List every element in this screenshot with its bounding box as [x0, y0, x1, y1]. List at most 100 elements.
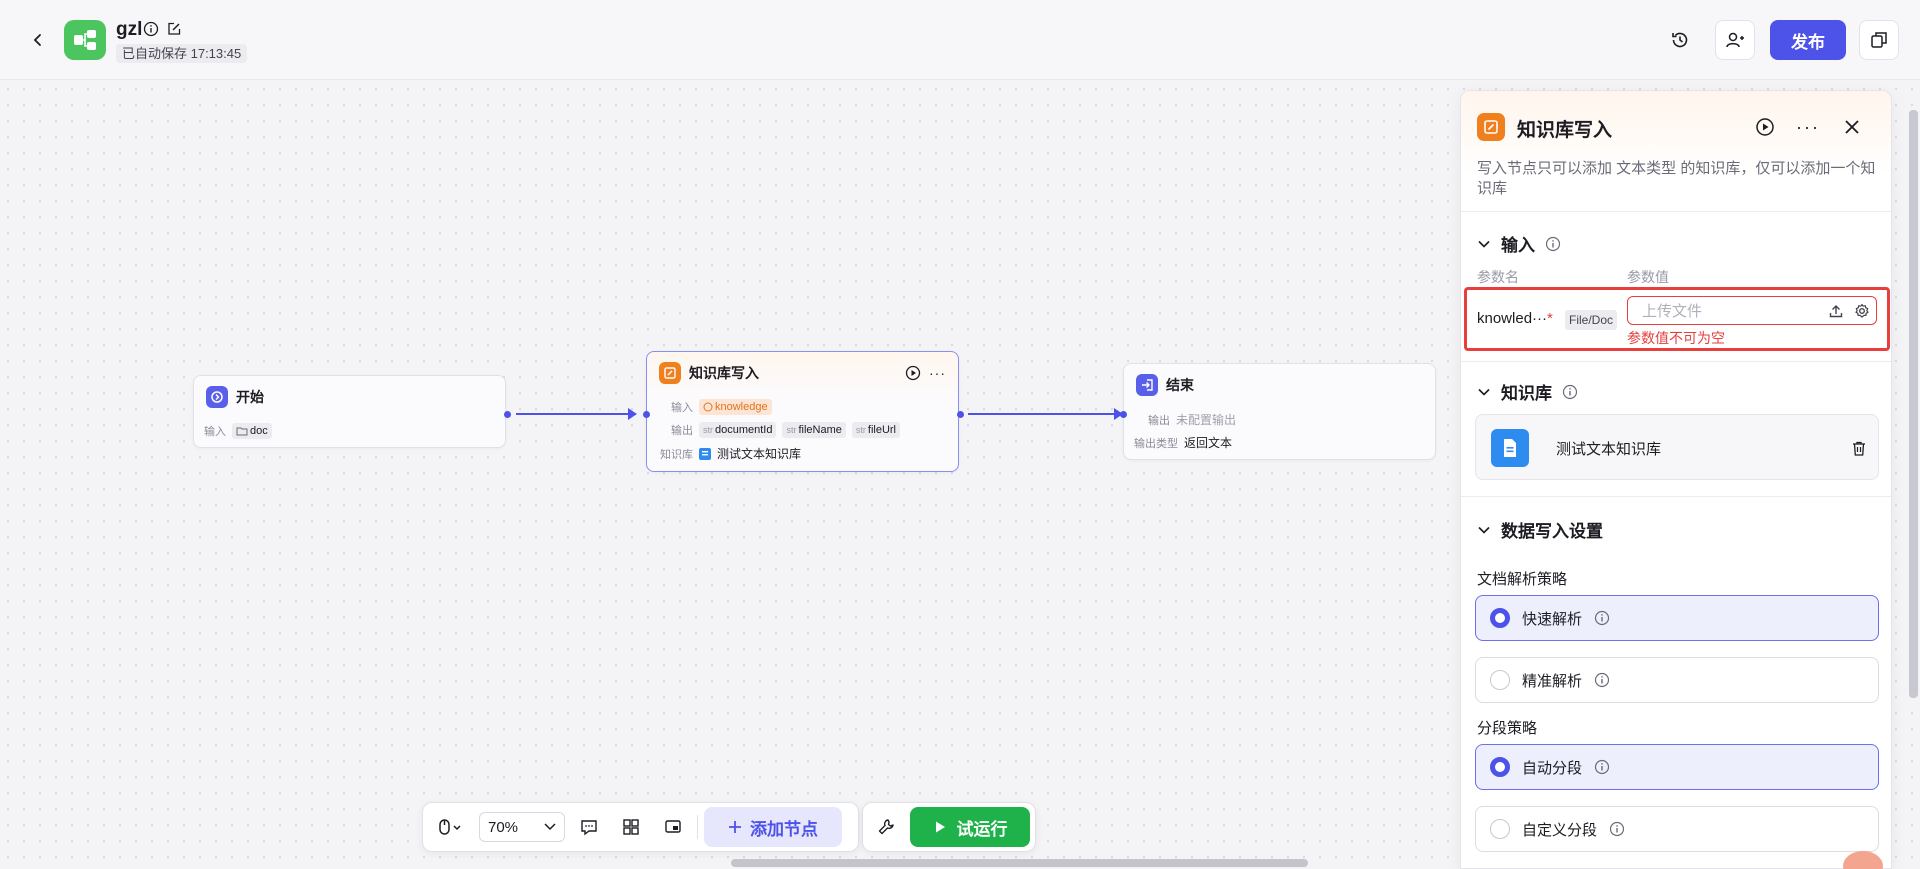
- info-icon[interactable]: [1594, 610, 1610, 626]
- radio-custom-chunk[interactable]: 自定义分段: [1475, 806, 1879, 852]
- warning-icon: [703, 402, 713, 412]
- param-value-header: 参数值: [1627, 269, 1669, 285]
- end-output-value: 未配置输出: [1176, 413, 1237, 427]
- output-chip: str fileUrl: [851, 422, 901, 438]
- comment-icon: [581, 820, 597, 836]
- play-circle-icon: [905, 365, 921, 381]
- panel-title: 知识库写入: [1517, 120, 1613, 141]
- collaborate-button[interactable]: [1715, 20, 1755, 60]
- radio-label: 精准解析: [1522, 672, 1583, 690]
- test-run-label: 试运行: [956, 819, 1008, 839]
- start-node[interactable]: 开始 输入 doc: [193, 375, 506, 448]
- kb-item-name: 测试文本知识库: [1556, 441, 1662, 458]
- kb-input-chip: knowledge: [699, 399, 772, 415]
- radio-precise-parse[interactable]: 精准解析: [1475, 657, 1879, 703]
- kb-write-icon: [659, 362, 681, 384]
- kb-input-port[interactable]: [643, 411, 650, 418]
- toolbar-divider: [697, 815, 698, 839]
- start-node-title: 开始: [236, 389, 264, 405]
- radio-label: 快速解析: [1522, 610, 1583, 628]
- node-config-panel: 知识库写入 ··· 写入节点只可以添加 文本类型 的知识库，仅可以添加一个知识库…: [1460, 90, 1892, 869]
- settings-icon[interactable]: [1854, 303, 1870, 319]
- publish-button[interactable]: 发布: [1770, 20, 1846, 60]
- debug-tools-button[interactable]: [868, 809, 904, 845]
- panel-description: 写入节点只可以添加 文本类型 的知识库，仅可以添加一个知识库: [1477, 160, 1876, 197]
- end-input-port[interactable]: [1120, 411, 1127, 418]
- trash-icon: [1853, 441, 1865, 456]
- param-name-header: 参数名: [1477, 269, 1519, 285]
- info-icon[interactable]: [143, 21, 159, 40]
- end-output-label: 输出: [1148, 414, 1170, 427]
- end-icon: [1136, 374, 1158, 396]
- add-node-button[interactable]: 添加节点: [704, 807, 842, 847]
- play-node-button[interactable]: [905, 365, 921, 384]
- zoom-value: 70%: [488, 818, 519, 836]
- upload-file-input[interactable]: 上传文件: [1627, 296, 1877, 325]
- input-section-toggle[interactable]: 输入: [1477, 231, 1561, 256]
- info-icon[interactable]: [1545, 236, 1561, 252]
- radio-auto-chunk[interactable]: 自动分段: [1475, 744, 1879, 790]
- more-options-button[interactable]: ···: [1794, 113, 1822, 141]
- start-icon: [206, 386, 228, 408]
- info-icon[interactable]: [1594, 672, 1610, 688]
- play-icon: [935, 821, 945, 833]
- layout-button[interactable]: [613, 809, 649, 845]
- play-circle-icon: [1756, 118, 1774, 136]
- chevron-down-icon: [1478, 388, 1490, 396]
- delete-kb-button[interactable]: [1848, 437, 1870, 459]
- comment-button[interactable]: [571, 809, 607, 845]
- info-icon[interactable]: [1562, 384, 1578, 400]
- kb-input-label: 输入: [671, 402, 693, 414]
- kb-output-port[interactable]: [957, 411, 964, 418]
- radio-label: 自定义分段: [1522, 821, 1598, 839]
- chunk-strategy-label: 分段策略: [1477, 720, 1538, 737]
- app-name: gzl: [116, 19, 143, 40]
- more-icon[interactable]: ···: [929, 365, 946, 381]
- divider: [1461, 361, 1891, 362]
- chevron-down-icon: [1478, 526, 1490, 534]
- kb-section-toggle[interactable]: 知识库: [1477, 379, 1578, 404]
- test-run-button[interactable]: 试运行: [910, 807, 1030, 847]
- param-name: knowled···*: [1477, 310, 1553, 327]
- grid-layout-icon: [623, 819, 639, 835]
- end-node[interactable]: 结束 输出 未配置输出 输出类型 返回文本: [1123, 363, 1436, 460]
- write-settings-title: 数据写入设置: [1501, 522, 1603, 541]
- kb-item-card[interactable]: 测试文本知识库: [1475, 414, 1879, 480]
- write-settings-toggle[interactable]: 数据写入设置: [1477, 517, 1603, 542]
- horizontal-scrollbar[interactable]: [731, 859, 1308, 867]
- edit-icon[interactable]: [166, 21, 182, 40]
- radio-indicator: [1490, 608, 1510, 628]
- close-panel-button[interactable]: [1838, 113, 1866, 141]
- top-header: gzl 已自动保存 17:13:45 发布: [0, 0, 1920, 80]
- mouse-icon: [439, 819, 461, 835]
- zoom-select[interactable]: 70%: [479, 812, 565, 842]
- radio-fast-parse[interactable]: 快速解析: [1475, 595, 1879, 641]
- start-input-label: 输入: [204, 426, 226, 438]
- info-icon[interactable]: [1594, 759, 1610, 775]
- kb-write-node[interactable]: 知识库写入 ··· 输入 knowledge 输出 str documentId …: [646, 351, 959, 472]
- duplicate-button[interactable]: [1859, 20, 1899, 60]
- info-icon[interactable]: [1609, 821, 1625, 837]
- close-icon: [1845, 120, 1859, 134]
- minimap-icon: [665, 820, 681, 833]
- divider: [1461, 211, 1891, 212]
- end-node-title: 结束: [1166, 377, 1194, 393]
- autosave-status: 已自动保存 17:13:45: [116, 44, 248, 63]
- minimap-button[interactable]: [655, 809, 691, 845]
- wrench-icon: [878, 819, 894, 835]
- edge-kb-end: [968, 413, 1116, 415]
- vertical-scrollbar[interactable]: [1909, 110, 1918, 698]
- radio-indicator: [1490, 819, 1510, 839]
- upload-icon[interactable]: [1828, 303, 1844, 319]
- back-button[interactable]: [24, 26, 52, 54]
- start-output-port[interactable]: [504, 411, 511, 418]
- folder-icon: [236, 427, 248, 436]
- parse-strategy-label: 文档解析策略: [1477, 571, 1568, 588]
- history-button[interactable]: [1660, 20, 1700, 60]
- workflow-icon: [74, 30, 96, 50]
- app-logo: [64, 20, 106, 60]
- add-user-icon: [1726, 32, 1744, 48]
- pointer-mode-button[interactable]: [429, 809, 473, 845]
- kb-node-title: 知识库写入: [689, 365, 759, 381]
- run-node-button[interactable]: [1751, 113, 1779, 141]
